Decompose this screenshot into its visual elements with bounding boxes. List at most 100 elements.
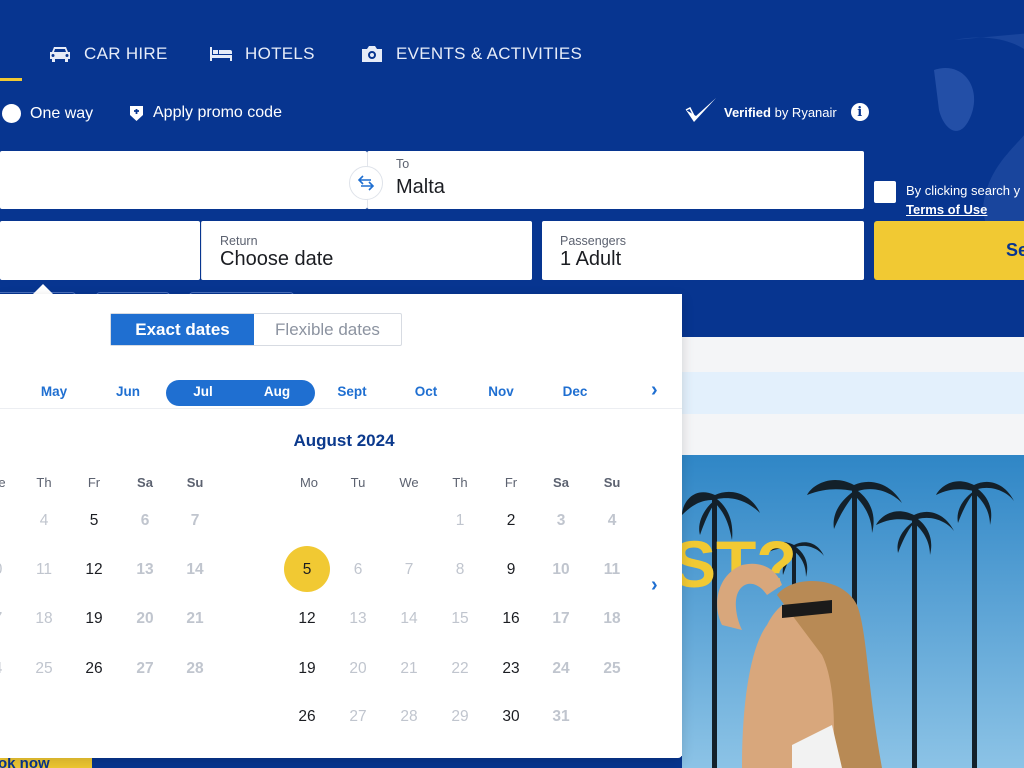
return-field[interactable]: Return Choose date xyxy=(201,221,532,280)
to-field[interactable]: To Malta xyxy=(367,151,864,209)
calendar-day[interactable]: 2 xyxy=(491,512,531,530)
one-way-label: One way xyxy=(30,104,94,122)
depart-field[interactable] xyxy=(0,221,200,280)
passengers-label: Passengers xyxy=(560,234,627,248)
month-strip: May Jun Jul Aug Sept Oct Nov Dec › xyxy=(0,379,682,409)
calendar-day: 25 xyxy=(35,660,53,677)
calendar-day: 17 xyxy=(552,610,570,627)
weekday-header: Fr xyxy=(87,475,101,490)
calendar-day[interactable]: 12 xyxy=(287,610,327,628)
info-icon[interactable]: i xyxy=(850,103,869,121)
exact-dates-tab[interactable]: Exact dates xyxy=(111,314,254,345)
calendar-day: 18 xyxy=(35,610,53,627)
month-jul[interactable]: Jul xyxy=(173,379,233,405)
calendar-day: 4 xyxy=(0,660,18,678)
terms-text: By clicking search y xyxy=(906,183,1021,198)
calendar-day: 11 xyxy=(35,561,53,578)
month-aug[interactable]: Aug xyxy=(247,379,307,405)
calendar-day: 8 xyxy=(455,561,465,578)
one-way-radio[interactable]: One way xyxy=(2,104,93,123)
month-sept[interactable]: Sept xyxy=(322,379,382,405)
terms-checkbox[interactable] xyxy=(874,181,896,203)
verified-by-ryanair: Verified by Ryanair i xyxy=(684,96,869,128)
calendar-day[interactable]: 12 xyxy=(74,561,114,579)
woman-palms-image: ST? xyxy=(682,455,1024,768)
swap-airports-button[interactable] xyxy=(349,166,383,200)
passengers-field[interactable]: Passengers 1 Adult xyxy=(542,221,864,280)
calendar-day: 15 xyxy=(451,610,469,627)
book-now-label: ok now xyxy=(0,755,50,768)
camera-icon xyxy=(362,46,382,62)
months-next-chevron-icon[interactable]: › xyxy=(651,379,658,402)
calendar-day[interactable]: 9 xyxy=(491,561,531,579)
apply-promo-code-link[interactable]: Apply promo code xyxy=(129,104,282,122)
calendar-day[interactable]: 23 xyxy=(491,660,531,678)
calendar-day[interactable]: 30 xyxy=(491,708,531,726)
nav-label: CAR HIRE xyxy=(84,44,168,63)
calendar-day[interactable]: 19 xyxy=(287,660,327,678)
calendar-day: 22 xyxy=(451,660,469,677)
calendar-day: 1 xyxy=(455,512,465,529)
nav-car-hire[interactable]: CAR HIRE xyxy=(48,44,168,64)
active-tab-underline xyxy=(0,78,22,81)
weekday-header: We xyxy=(399,475,419,490)
passengers-value: 1 Adult xyxy=(560,248,622,270)
calendar-day: 3 xyxy=(556,512,566,529)
calendar-day-selected[interactable]: 5 xyxy=(287,561,327,579)
weekday-header: Th xyxy=(452,475,468,490)
calendar-day: 6 xyxy=(140,512,150,529)
calendar-day[interactable]: 26 xyxy=(74,660,114,678)
car-icon xyxy=(50,47,70,62)
date-picker-panel: Exact dates Flexible dates May Jun Jul A… xyxy=(0,294,682,758)
info-banner-strip xyxy=(682,372,1024,414)
calendar-day[interactable]: 19 xyxy=(74,610,114,628)
calendar-day: 4 xyxy=(607,512,617,529)
verified-bold-text: Verified xyxy=(724,104,771,120)
calendar-day: 27 xyxy=(349,708,367,725)
month-oct[interactable]: Oct xyxy=(396,379,456,405)
radio-icon xyxy=(2,104,21,123)
nav-events-activities[interactable]: EVENTS & ACTIVITIES xyxy=(360,44,582,64)
flexible-dates-tab[interactable]: Flexible dates xyxy=(254,314,401,345)
calendar-day: 21 xyxy=(400,660,418,677)
calendar-day: 11 xyxy=(603,561,621,578)
calendar-day: 14 xyxy=(400,610,418,627)
calendar-day: 4 xyxy=(39,512,49,529)
nav-label: HOTELS xyxy=(245,44,315,63)
calendar-day[interactable]: 16 xyxy=(491,610,531,628)
calendar-day: 7 xyxy=(190,512,200,529)
month-jun[interactable]: Jun xyxy=(98,379,158,405)
calendar-day: 7 xyxy=(0,610,18,628)
search-button[interactable]: Se xyxy=(874,221,1024,280)
weekday-header: e xyxy=(0,475,6,490)
terms-text-block: By clicking search y Terms of Use xyxy=(906,181,1020,219)
weekday-header: Su xyxy=(186,475,204,490)
terms-of-use-link[interactable]: Terms of Use xyxy=(906,200,1020,219)
weekday-header: Th xyxy=(36,475,52,490)
from-field[interactable] xyxy=(0,151,367,209)
nav-hotels[interactable]: HOTELS xyxy=(209,44,315,64)
calendar-day[interactable]: 5 xyxy=(74,512,114,530)
month-nov[interactable]: Nov xyxy=(471,379,531,405)
weekday-header: Mo xyxy=(299,475,319,490)
month-dec[interactable]: Dec xyxy=(545,379,605,405)
bed-icon xyxy=(210,47,232,61)
search-label: Se xyxy=(1006,240,1024,260)
calendar-day: 28 xyxy=(400,708,418,725)
calendar-day: 27 xyxy=(136,660,154,677)
calendar-day: 25 xyxy=(603,660,621,677)
weekday-header: Su xyxy=(603,475,621,490)
calendar-day[interactable]: 26 xyxy=(287,708,327,726)
calendar-month-title: August 2024 xyxy=(293,431,395,450)
calendar-day: 18 xyxy=(603,610,621,627)
swap-arrows-icon xyxy=(357,175,375,191)
calendar-day: 20 xyxy=(136,610,154,627)
weekday-header: Sa xyxy=(553,475,569,490)
calendar-day: 13 xyxy=(349,610,367,627)
return-label: Return xyxy=(220,234,258,248)
nav-label: EVENTS & ACTIVITIES xyxy=(396,44,583,63)
calendar-day: 0 xyxy=(0,561,18,579)
month-may[interactable]: May xyxy=(24,379,84,405)
weekday-header: Fr xyxy=(504,475,518,490)
calendar-next-chevron-icon[interactable]: › xyxy=(651,574,658,597)
